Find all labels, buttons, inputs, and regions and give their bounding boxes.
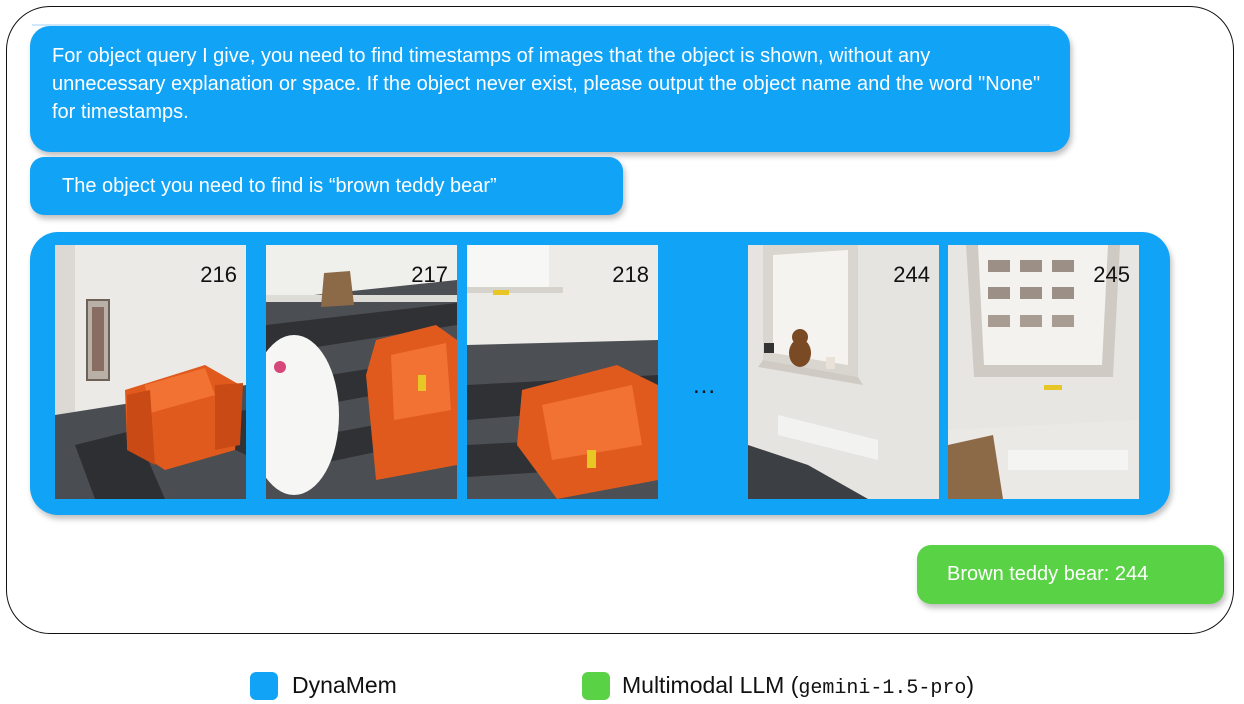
prompt-bubble: For object query I give, you need to fin… [30, 26, 1070, 152]
query-text: The object you need to find is “brown te… [62, 175, 497, 197]
timestamp-label: 244 [893, 262, 930, 287]
timestamp-label: 245 [1093, 262, 1130, 287]
frame-217: 217 [266, 245, 457, 499]
frame-216: 216 [55, 245, 246, 499]
query-bubble: The object you need to find is “brown te… [30, 157, 623, 215]
legend-swatch-dynamem [250, 672, 278, 700]
answer-text: Brown teddy bear: 244 [947, 563, 1149, 585]
ellipsis: ... [693, 372, 717, 399]
frame-245: 245 [948, 245, 1139, 499]
legend-llm-suffix: ) [966, 672, 975, 698]
legend-llm-model: gemini-1.5-pro [798, 677, 967, 700]
legend-label-dynamem: DynaMem [292, 672, 397, 698]
answer-bubble: Brown teddy bear: 244 [917, 545, 1224, 604]
timestamp-label: 217 [411, 262, 448, 287]
timestamp-label: 218 [612, 262, 649, 287]
prompt-text: For object query I give, you need to fin… [52, 45, 1041, 123]
legend-label-llm: Multimodal LLM (gemini-1.5-pro) [622, 670, 974, 704]
legend-llm-prefix: Multimodal LLM ( [622, 672, 799, 698]
frame-244: 244 [748, 245, 939, 499]
legend-swatch-llm [582, 672, 610, 700]
timestamp-label: 216 [200, 262, 237, 287]
frame-218: 218 [467, 245, 658, 499]
